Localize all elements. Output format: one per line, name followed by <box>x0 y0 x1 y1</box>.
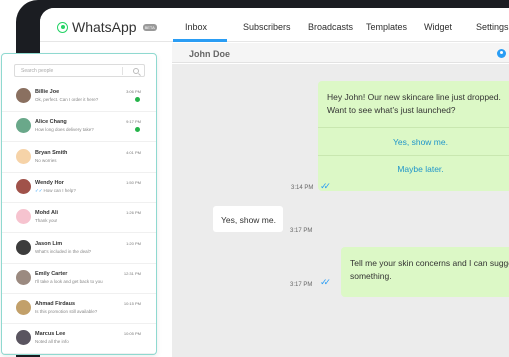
app-logo[interactable]: WhatsApp BETA <box>57 19 157 35</box>
chat-area: Hey John! Our new skincare line just dro… <box>172 64 509 357</box>
nav-broadcasts[interactable]: Broadcasts <box>308 22 353 32</box>
divider <box>318 127 509 128</box>
quick-reply-later[interactable]: Maybe later. <box>318 163 509 176</box>
double-check-icon: ✓✓ <box>35 187 43 193</box>
contact-time: 10:15 PM <box>123 301 141 307</box>
message-line: Hey John! Our new skincare line just dro… <box>327 92 501 102</box>
contact-item[interactable]: Bryan Smith No worries 4:01 PM <box>2 143 156 173</box>
divider <box>318 155 509 156</box>
search-icon[interactable] <box>133 68 139 74</box>
top-nav: WhatsApp BETA Inbox Subscribers Broadcas… <box>40 8 509 42</box>
contact-last-message: How long does delivery take? <box>35 127 94 132</box>
contact-time: 10:05 PM <box>123 331 141 337</box>
contact-message-text: No worries <box>35 157 57 163</box>
message-time: 3:17 PM <box>290 282 313 288</box>
nav-settings[interactable]: Settings <box>476 22 509 32</box>
contact-last-message: Is this promotion still available? <box>35 309 97 314</box>
app-name: WhatsApp <box>72 19 137 35</box>
contact-item[interactable]: Billie Joe Ok, perfect. Can I order it he… <box>2 82 156 112</box>
contact-message-text: Is this promotion still available? <box>35 309 98 315</box>
contact-last-message: ✓✓How can I help? <box>35 188 76 194</box>
contact-name: Emily Carter <box>35 270 68 277</box>
contact-time: 9:17 PM <box>126 119 141 125</box>
whatsapp-icon <box>57 21 68 33</box>
message-bubble-incoming: Yes, show me. <box>213 206 283 232</box>
avatar <box>16 88 31 103</box>
nav-widget[interactable]: Widget <box>424 22 452 32</box>
avatar <box>16 148 31 164</box>
double-check-icon: ✓✓ <box>320 277 331 287</box>
chat-contact-name: John Doe <box>189 49 231 59</box>
avatar <box>16 209 31 225</box>
stage: WhatsApp BETA Inbox Subscribers Broadcas… <box>0 0 509 357</box>
contact-item[interactable]: Mohd Ali Thank you! 1:26 PM <box>2 203 156 234</box>
contact-item[interactable]: Wendy Hor ✓✓How can I help? 1:50 PM <box>2 173 156 203</box>
contact-name: Ahmad Firdaus <box>35 301 76 308</box>
message-text: Tell me your skin concerns and I can sug… <box>350 257 509 283</box>
contact-last-message: Ok, perfect. Can I order it here? <box>35 97 98 102</box>
contact-time: 4:01 PM <box>126 149 141 155</box>
contact-last-message: Thank you! <box>35 218 57 223</box>
chat-header: John Doe <box>172 43 509 63</box>
contact-message-text: Thank you! <box>35 218 58 224</box>
contact-last-message: I'll take a look and get back to you <box>35 279 103 284</box>
unread-indicator <box>135 127 140 133</box>
user-icon[interactable] <box>497 49 506 58</box>
active-tab-indicator <box>173 39 227 42</box>
contact-name: Marcus Lee <box>35 331 66 338</box>
contact-message-text: How long does delivery take? <box>35 127 94 133</box>
contact-last-message: Noted all the info <box>35 339 69 344</box>
search-input[interactable]: Search people <box>14 64 145 77</box>
message-line: Tell me your skin concerns and I can sug… <box>350 258 509 268</box>
message-bubble-outgoing: Tell me your skin concerns and I can sug… <box>341 247 509 297</box>
contact-item[interactable]: Ahmad Firdaus Is this promotion still ava… <box>2 294 156 325</box>
contact-message-text: How can I help? <box>43 187 76 193</box>
contact-message-text: Noted all the info <box>35 339 69 345</box>
message-time: 3:14 PM <box>291 185 314 191</box>
message-line: Want to see what’s just launched? <box>327 105 456 115</box>
contact-name: Bryan Smith <box>35 149 68 156</box>
contact-message-text: What's included in the deal? <box>35 248 92 254</box>
avatar <box>16 300 31 316</box>
contact-last-message: No worries <box>35 158 57 163</box>
avatar <box>16 118 31 134</box>
contact-item[interactable]: Alice Chang How long does delivery take? 9… <box>2 112 156 143</box>
message-text: Yes, show me. <box>221 215 276 225</box>
contact-message-text: Ok, perfect. Can I order it here? <box>35 97 99 102</box>
divider <box>122 67 123 75</box>
contact-name: Alice Chang <box>35 119 67 126</box>
contact-name: Jason Lim <box>35 240 63 247</box>
contact-time: 1:26 PM <box>126 210 141 216</box>
avatar <box>16 239 31 255</box>
avatar <box>16 330 31 346</box>
contact-time: 12:31 PM <box>123 270 141 276</box>
contact-time: 1:20 PM <box>126 240 141 246</box>
double-check-icon: ✓✓ <box>320 181 331 191</box>
contact-name: Billie Joe <box>35 89 60 95</box>
nav-templates[interactable]: Templates <box>366 22 407 32</box>
contact-message-text: I'll take a look and get back to you <box>35 278 103 284</box>
contact-item[interactable]: Marcus Lee Noted all the info 10:05 PM <box>2 324 156 354</box>
contact-item[interactable]: Emily Carter I'll take a look and get bac… <box>2 264 156 294</box>
contact-name: Mohd Ali <box>35 210 59 217</box>
avatar <box>16 269 31 285</box>
message-time: 3:17 PM <box>290 228 313 234</box>
message-bubble-outgoing: Hey John! Our new skincare line just dro… <box>318 81 509 191</box>
quick-reply-yes[interactable]: Yes, show me. <box>318 136 509 149</box>
contact-item[interactable]: Jason Lim What's included in the deal? 1:2… <box>2 234 156 264</box>
contacts-panel: Search people Billie Joe Ok, perfect. Can… <box>1 53 157 355</box>
contact-time: 3:06 PM <box>126 89 141 94</box>
avatar <box>16 178 31 194</box>
search-placeholder: Search people <box>21 68 54 74</box>
beta-badge: BETA <box>142 23 157 31</box>
unread-indicator <box>135 97 140 102</box>
message-line: something. <box>350 271 392 281</box>
contact-last-message: What's included in the deal? <box>35 249 91 254</box>
message-text: Hey John! Our new skincare line just dro… <box>327 91 509 117</box>
nav-inbox[interactable]: Inbox <box>185 22 207 32</box>
contact-name: Wendy Hor <box>35 179 64 186</box>
contact-time: 1:50 PM <box>126 179 141 185</box>
nav-subscribers[interactable]: Subscribers <box>243 22 291 32</box>
